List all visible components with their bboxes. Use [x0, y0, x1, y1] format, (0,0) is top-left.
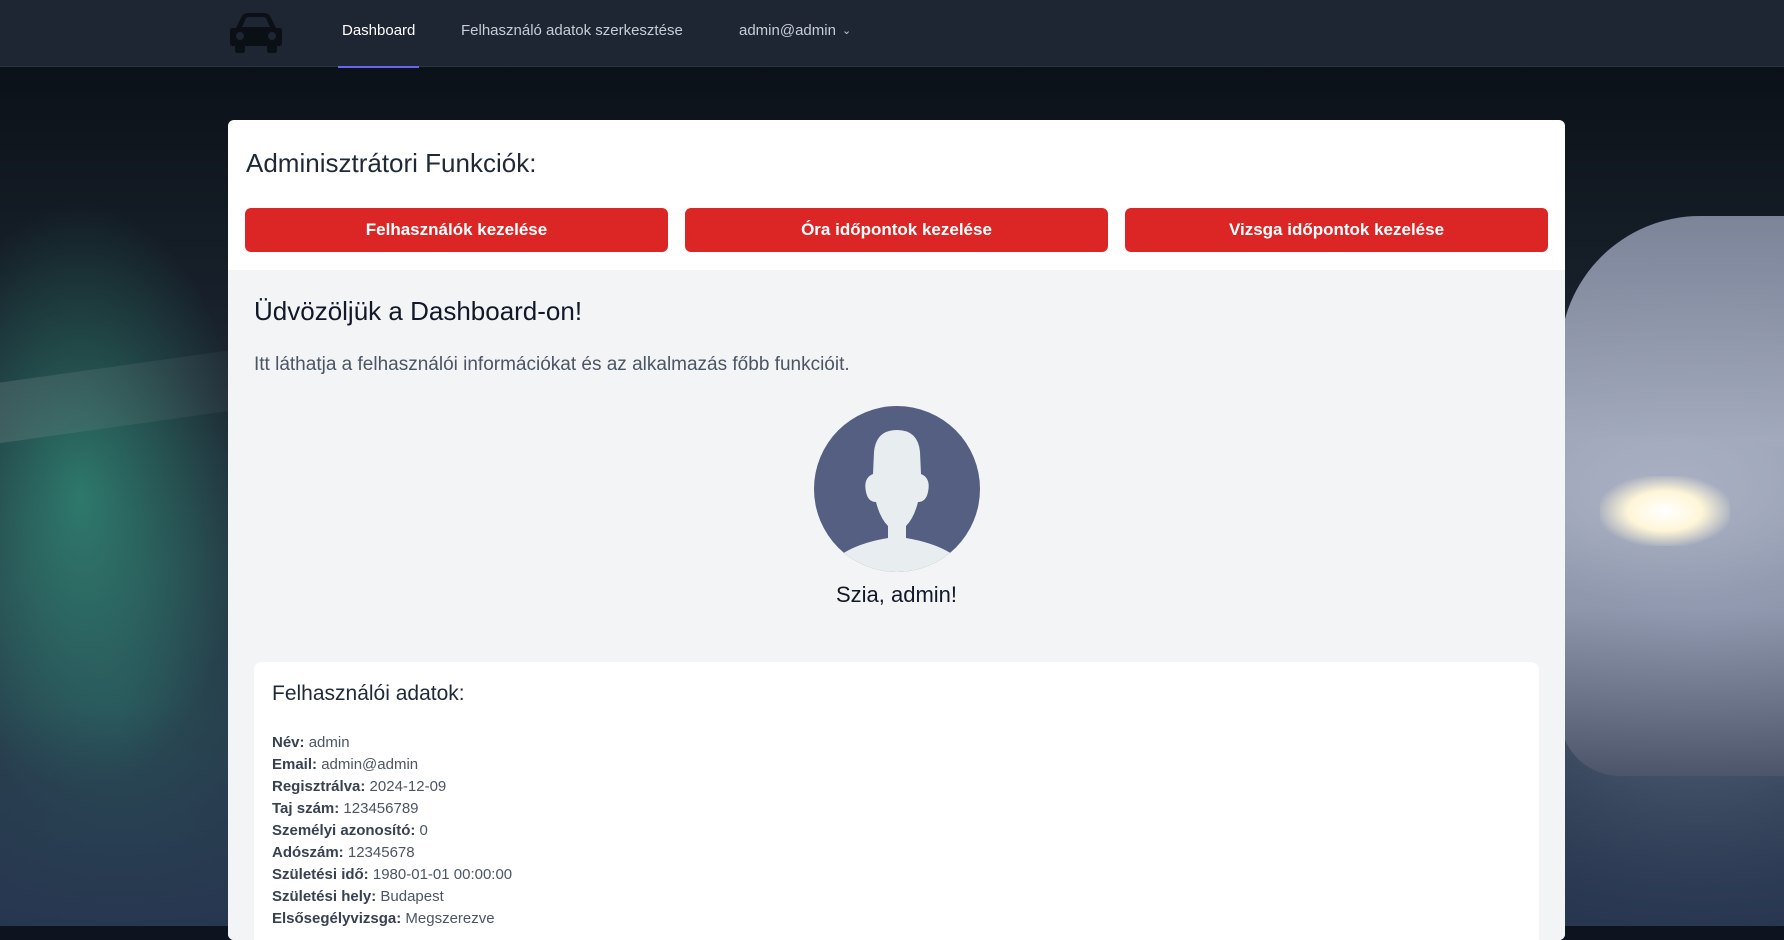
- manage-users-button[interactable]: Felhasználók kezelése: [245, 208, 668, 252]
- field-value: 123456789: [343, 800, 419, 817]
- field-label: Email:: [272, 756, 318, 773]
- user-avatar-icon: [814, 406, 980, 572]
- field-label: Név:: [272, 734, 305, 751]
- field-tax-number: Adószám: 12345678: [272, 842, 512, 864]
- field-label: Regisztrálva:: [272, 778, 366, 795]
- welcome-title: Üdvözöljük a Dashboard-on!: [254, 296, 583, 326]
- field-label: Születési idő:: [272, 866, 369, 883]
- field-email: Email: admin@admin: [272, 754, 512, 776]
- top-navbar: Dashboard Felhasználó adatok szerkesztés…: [0, 0, 1784, 68]
- field-label: Adószám:: [272, 844, 344, 861]
- field-value: 2024-12-09: [369, 778, 447, 795]
- car-icon[interactable]: [226, 10, 286, 54]
- field-value: admin@admin: [321, 756, 419, 773]
- field-personal-id: Személyi azonosító: 0: [272, 820, 512, 842]
- user-data-card: Felhasználói adatok: Név: admin Email: a…: [254, 662, 1539, 940]
- field-label: Személyi azonosító:: [272, 822, 416, 839]
- admin-functions-title: Adminisztrátori Funkciók:: [246, 148, 537, 178]
- field-value: 0: [419, 822, 428, 839]
- field-value: Budapest: [380, 888, 444, 905]
- manage-exam-times-button[interactable]: Vizsga időpontok kezelése: [1125, 208, 1548, 252]
- field-birth-place: Születési hely: Budapest: [272, 886, 512, 908]
- user-data-list: Név: admin Email: admin@admin Regisztrál…: [272, 732, 512, 930]
- field-value: Megszerezve: [405, 910, 495, 927]
- background-headlight: [1600, 476, 1730, 546]
- main-card: Adminisztrátori Funkciók: Felhasználók k…: [228, 120, 1565, 940]
- chevron-down-icon: ⌄: [841, 25, 852, 37]
- field-first-aid-exam: Elsősegélyvizsga: Megszerezve: [272, 908, 512, 930]
- nav-link-edit-user-data[interactable]: Felhasználó adatok szerkesztése: [461, 0, 683, 66]
- user-menu-dropdown[interactable]: admin@admin ⌄: [739, 0, 851, 66]
- field-label: Elsősegélyvizsga:: [272, 910, 402, 927]
- welcome-section: Üdvözöljük a Dashboard-on! Itt láthatja …: [228, 270, 1565, 940]
- field-label: Taj szám:: [272, 800, 340, 817]
- field-registered: Regisztrálva: 2024-12-09: [272, 776, 512, 798]
- field-label: Születési hely:: [272, 888, 377, 905]
- user-menu-label: admin@admin: [739, 22, 836, 39]
- field-taj-number: Taj szám: 123456789: [272, 798, 512, 820]
- field-birth-date: Születési idő: 1980-01-01 00:00:00: [272, 864, 512, 886]
- manage-lesson-times-button[interactable]: Óra időpontok kezelése: [685, 208, 1108, 252]
- field-value: 12345678: [347, 844, 415, 861]
- welcome-text: Itt láthatja a felhasználói információka…: [254, 354, 850, 375]
- user-data-title: Felhasználói adatok:: [272, 682, 465, 705]
- greeting-text: Szia, admin!: [835, 582, 958, 607]
- field-value: admin: [308, 734, 350, 751]
- nav-link-dashboard[interactable]: Dashboard: [338, 0, 420, 68]
- field-name: Név: admin: [272, 732, 512, 754]
- field-value: 1980-01-01 00:00:00: [372, 866, 513, 883]
